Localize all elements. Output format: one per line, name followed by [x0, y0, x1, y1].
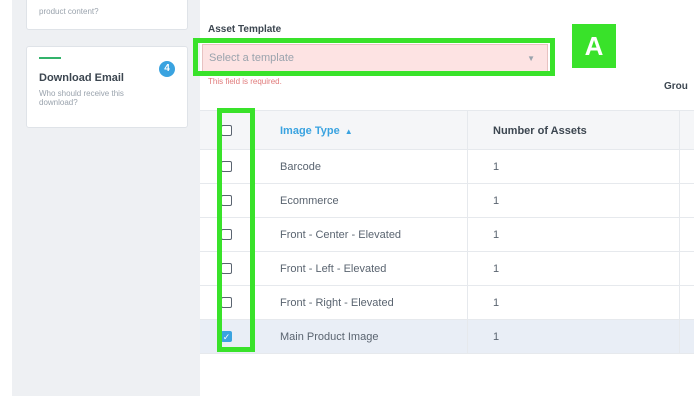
image-type-table: Image Type ▲ Number of Assets Barcode 1 E…: [200, 110, 694, 354]
previous-step-subtitle: product content?: [39, 7, 99, 16]
column-divider: [467, 218, 468, 251]
step-progress-line: [39, 57, 61, 59]
image-type-column-header[interactable]: Image Type ▲: [280, 125, 353, 137]
column-divider: [467, 252, 468, 285]
table-row[interactable]: Barcode 1: [200, 150, 694, 184]
image-type-cell: Front - Right - Elevated: [280, 297, 394, 309]
asset-count-cell: 1: [493, 331, 500, 343]
asset-template-label: Asset Template: [208, 24, 282, 35]
column-divider: [679, 218, 680, 251]
app-frame: product content? Download Email Who shou…: [12, 0, 694, 396]
download-email-description: Who should receive this download?: [39, 89, 124, 107]
image-type-cell: Barcode: [280, 161, 321, 173]
column-divider: [467, 150, 468, 183]
column-divider: [679, 111, 680, 149]
asset-count-cell: 1: [493, 297, 500, 309]
column-divider: [467, 286, 468, 319]
callout-label: A: [572, 24, 616, 68]
column-divider: [467, 320, 468, 353]
number-of-assets-column-header[interactable]: Number of Assets: [493, 125, 587, 137]
column-divider: [679, 320, 680, 353]
main-panel: Asset Template Select a template ▼ A Thi…: [193, 0, 694, 396]
image-type-cell: Ecommerce: [280, 195, 339, 207]
checkbox-column-highlight-box: [217, 108, 255, 352]
image-type-cell: Front - Center - Elevated: [280, 229, 402, 241]
column-divider: [679, 286, 680, 319]
column-divider: [679, 252, 680, 285]
group-column-label-partial: Grou: [664, 81, 688, 92]
table-row-selected[interactable]: ✓ Main Product Image 1: [200, 320, 694, 354]
column-divider: [679, 150, 680, 183]
table-row[interactable]: Front - Left - Elevated 1: [200, 252, 694, 286]
sort-ascending-icon: ▲: [344, 127, 353, 136]
asset-count-cell: 1: [493, 195, 500, 207]
table-header-row: Image Type ▲ Number of Assets: [200, 110, 694, 150]
table-row[interactable]: Front - Right - Elevated 1: [200, 286, 694, 320]
field-error-message: This field is required.: [208, 77, 282, 86]
image-type-cell: Front - Left - Elevated: [280, 263, 387, 275]
asset-count-cell: 1: [493, 263, 500, 275]
image-type-header-label: Image Type: [280, 125, 340, 137]
table-row[interactable]: Front - Center - Elevated 1: [200, 218, 694, 252]
download-email-title: Download Email: [39, 72, 124, 84]
column-divider: [679, 184, 680, 217]
select-highlight-box: [193, 38, 555, 76]
step-number-badge: 4: [159, 61, 175, 77]
asset-count-cell: 1: [493, 229, 500, 241]
table-row[interactable]: Ecommerce 1: [200, 184, 694, 218]
image-type-cell: Main Product Image: [280, 331, 379, 343]
column-divider: [467, 184, 468, 217]
steps-sidebar: product content? Download Email Who shou…: [12, 0, 200, 396]
column-divider: [467, 111, 468, 149]
asset-count-cell: 1: [493, 161, 500, 173]
download-email-step-card[interactable]: Download Email Who should receive this d…: [26, 46, 188, 128]
previous-step-card[interactable]: product content?: [26, 0, 188, 30]
